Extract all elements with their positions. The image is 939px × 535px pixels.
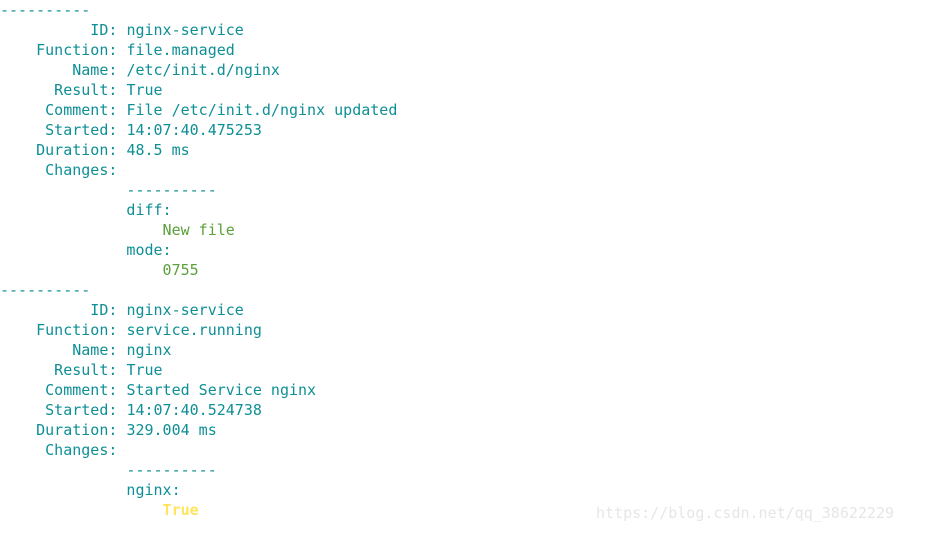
changes-value-row: New file: [0, 220, 397, 240]
changes-key: nginx:: [0, 481, 181, 499]
field-row: ID: nginx-service: [0, 300, 397, 320]
field-value: True: [126, 81, 163, 99]
field-row: Comment: File /etc/init.d/nginx updated: [0, 100, 397, 120]
block-separator: ----------: [0, 280, 397, 300]
field-row: Duration: 48.5 ms: [0, 140, 397, 160]
changes-key-row: nginx:: [0, 480, 397, 500]
field-value: nginx-service: [126, 21, 244, 39]
terminal-window: ---------- ID: nginx-service Function: f…: [0, 0, 939, 535]
field-value: 329.004 ms: [126, 421, 217, 439]
field-row: Duration: 329.004 ms: [0, 420, 397, 440]
field-value: Started Service nginx: [126, 381, 317, 399]
changes-key: diff:: [0, 201, 172, 219]
changes-value-row: 0755: [0, 260, 397, 280]
field-row: Function: service.running: [0, 320, 397, 340]
field-label: Function:: [0, 41, 118, 59]
separator-dashes: ----------: [0, 461, 217, 479]
field-value: File /etc/init.d/nginx updated: [126, 101, 398, 119]
field-value: 48.5 ms: [126, 141, 190, 159]
field-label: Comment:: [0, 381, 118, 399]
field-row: Name: nginx: [0, 340, 397, 360]
field-label: Changes:: [0, 161, 118, 179]
field-label: Changes:: [0, 441, 118, 459]
field-label: ID:: [0, 21, 118, 39]
field-row: Comment: Started Service nginx: [0, 380, 397, 400]
field-row: Started: 14:07:40.524738: [0, 400, 397, 420]
field-row: Started: 14:07:40.475253: [0, 120, 397, 140]
changes-separator: ----------: [0, 460, 397, 480]
changes-value: New file: [0, 221, 235, 239]
separator-dashes: ----------: [0, 1, 91, 19]
field-value: nginx: [126, 341, 172, 359]
field-label: Result:: [0, 361, 118, 379]
field-label: Duration:: [0, 421, 118, 439]
changes-key-row: mode:: [0, 240, 397, 260]
block-separator: ----------: [0, 0, 397, 20]
field-row: Function: file.managed: [0, 40, 397, 60]
changes-value: 0755: [0, 261, 199, 279]
field-label: Name:: [0, 61, 118, 79]
changes-key-row: diff:: [0, 200, 397, 220]
field-value: file.managed: [126, 41, 235, 59]
field-label: Name:: [0, 341, 118, 359]
field-row: Changes:: [0, 160, 397, 180]
field-row: Changes:: [0, 440, 397, 460]
field-label: Result:: [0, 81, 118, 99]
field-value: service.running: [126, 321, 262, 339]
field-label: Duration:: [0, 141, 118, 159]
changes-key: mode:: [0, 241, 172, 259]
separator-dashes: ----------: [0, 281, 91, 299]
field-row: Result: True: [0, 80, 397, 100]
field-value: 14:07:40.524738: [126, 401, 262, 419]
field-label: ID:: [0, 301, 118, 319]
field-value: True: [126, 361, 163, 379]
field-label: Comment:: [0, 101, 118, 119]
changes-separator: ----------: [0, 180, 397, 200]
field-value: /etc/init.d/nginx: [126, 61, 280, 79]
field-label: Started:: [0, 121, 118, 139]
field-value: nginx-service: [126, 301, 244, 319]
field-label: Started:: [0, 401, 118, 419]
separator-dashes: ----------: [0, 181, 217, 199]
field-row: Result: True: [0, 360, 397, 380]
field-label: Function:: [0, 321, 118, 339]
field-row: Name: /etc/init.d/nginx: [0, 60, 397, 80]
terminal-output: ---------- ID: nginx-service Function: f…: [0, 0, 397, 520]
field-value: 14:07:40.475253: [126, 121, 262, 139]
changes-value: True: [0, 501, 199, 519]
changes-value-row: True: [0, 500, 397, 520]
field-row: ID: nginx-service: [0, 20, 397, 40]
watermark-text: https://blog.csdn.net/qq_38622229: [596, 504, 895, 522]
